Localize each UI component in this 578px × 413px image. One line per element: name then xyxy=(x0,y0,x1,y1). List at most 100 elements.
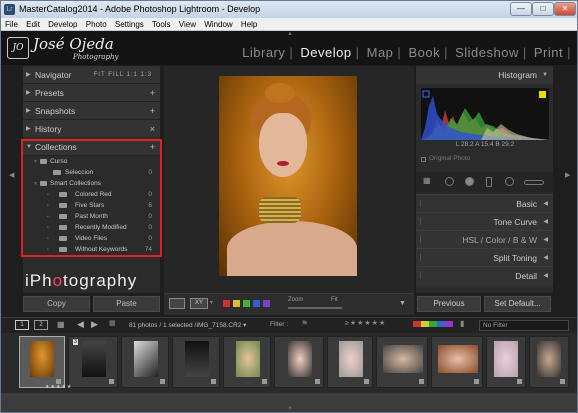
menu-settings[interactable]: Settings xyxy=(115,20,144,29)
menu-edit[interactable]: Edit xyxy=(26,20,40,29)
menu-view[interactable]: View xyxy=(179,20,196,29)
presets-header[interactable]: ▶ Presets + xyxy=(23,84,160,102)
collection-colored-red[interactable]: • Colored Red 0 xyxy=(23,189,158,200)
menu-tools[interactable]: Tools xyxy=(152,20,171,29)
module-develop[interactable]: Develop xyxy=(300,45,351,60)
collection-set-curso[interactable]: ▼ Curso xyxy=(23,156,158,167)
checkbox-icon[interactable] xyxy=(421,157,426,162)
collection-five-stars[interactable]: • Five Stars 6 xyxy=(23,200,158,211)
flag-filter-icon[interactable]: ⚑ xyxy=(301,319,308,328)
minimize-button[interactable]: — xyxy=(510,2,532,16)
previous-button[interactable]: Previous xyxy=(417,296,481,312)
grid-view-icon[interactable]: ▦ xyxy=(57,320,65,329)
add-preset-icon[interactable]: + xyxy=(150,84,155,102)
color-swatch-purple[interactable] xyxy=(263,300,270,307)
crop-icon[interactable]: ▦ xyxy=(423,176,431,185)
zoom-slider[interactable] xyxy=(288,307,342,309)
top-panel-toggle-icon[interactable]: ▲ xyxy=(287,31,293,37)
spot-removal-icon[interactable] xyxy=(445,177,454,186)
filmstrip-thumb[interactable] xyxy=(486,336,526,388)
filmstrip-thumb[interactable] xyxy=(172,336,220,388)
add-snapshot-icon[interactable]: + xyxy=(150,102,155,120)
secondary-display-button[interactable]: 2 xyxy=(34,320,48,330)
menu-window[interactable]: Window xyxy=(204,20,232,29)
filmstrip-info[interactable]: 81 photos / 1 selected /IMG_7158.CR2 ▾ xyxy=(129,321,246,329)
bottom-panel-toggle-icon[interactable]: ▼ xyxy=(287,406,293,412)
filmstrip-thumb[interactable]: 3 xyxy=(68,336,118,388)
dropdown-arrow-icon[interactable]: ▾ xyxy=(210,299,213,306)
brand-text-1: iPh xyxy=(25,271,53,290)
loupe-view-icon[interactable] xyxy=(169,298,185,309)
filmstrip-thumb[interactable] xyxy=(327,336,373,388)
before-after-button[interactable]: XY xyxy=(190,298,208,309)
back-arrow-icon[interactable]: ◀ xyxy=(77,319,84,330)
module-library[interactable]: Library xyxy=(242,45,285,60)
module-print[interactable]: Print xyxy=(534,45,563,60)
original-photo-toggle[interactable]: Original Photo xyxy=(421,155,549,165)
collection-video-files[interactable]: • Video Files 0 xyxy=(23,233,158,244)
filmstrip-thumb[interactable] xyxy=(376,336,428,388)
rating-filter-stars[interactable]: ≥★★★★★ xyxy=(345,319,386,327)
tone-curve-header[interactable]: │ Tone Curve ◀ xyxy=(416,212,553,230)
filter-dropdown[interactable]: No Filter xyxy=(479,320,569,331)
color-swatch-yellow[interactable] xyxy=(233,300,240,307)
menu-develop[interactable]: Develop xyxy=(48,20,77,29)
detail-header[interactable]: │ Detail ◀ xyxy=(416,266,553,286)
color-swatch-blue[interactable] xyxy=(253,300,260,307)
smart-collection-icon xyxy=(59,214,67,219)
filmstrip-thumb[interactable] xyxy=(529,336,569,388)
menu-file[interactable]: File xyxy=(5,20,18,29)
copy-button[interactable]: Copy xyxy=(23,296,90,312)
collection-seleccion[interactable]: Seleccion 0 xyxy=(23,167,158,178)
history-header[interactable]: ▶ History × xyxy=(23,120,160,138)
left-panel-toggle-icon[interactable]: ◀ xyxy=(9,171,14,179)
filmstrip-thumb[interactable] xyxy=(19,336,65,388)
navigator-zoom-options[interactable]: FIT FILL 1:1 1:3 xyxy=(94,66,152,84)
filmstrip-thumb[interactable] xyxy=(223,336,271,388)
radial-filter-icon[interactable] xyxy=(505,177,514,186)
set-default-button[interactable]: Set Default... xyxy=(484,296,551,312)
primary-display-button[interactable]: 1 xyxy=(15,320,29,330)
histogram-header[interactable]: Histogram ▼ xyxy=(416,66,553,84)
module-map[interactable]: Map xyxy=(367,45,394,60)
forward-arrow-icon[interactable]: ▶ xyxy=(91,319,98,330)
basic-header[interactable]: │ Basic ◀ xyxy=(416,194,553,212)
menu-help[interactable]: Help xyxy=(241,20,257,29)
collection-past-month[interactable]: • Past Month 0 xyxy=(23,211,158,222)
smart-collection-icon xyxy=(59,236,67,241)
filmstrip-thumb[interactable] xyxy=(431,336,483,388)
maximize-button[interactable]: □ xyxy=(532,2,554,16)
photo-choker xyxy=(259,197,301,223)
menu-photo[interactable]: Photo xyxy=(86,20,107,29)
close-button[interactable]: ✕ xyxy=(554,2,576,16)
module-book[interactable]: Book xyxy=(408,45,440,60)
thumb-image xyxy=(383,345,423,373)
hsl-color-bw-header[interactable]: │ HSL / Color / B & W ◀ xyxy=(416,230,553,248)
source-dropdown-icon[interactable]: ▦ xyxy=(109,319,116,327)
collapse-triangle-icon: ▶ xyxy=(26,126,31,132)
histogram-graph[interactable] xyxy=(421,88,549,140)
toolbar-menu-icon[interactable]: ▼ xyxy=(399,300,406,307)
collection-set-smart[interactable]: ▼ Smart Collections xyxy=(23,178,158,189)
color-swatch-red[interactable] xyxy=(223,300,230,307)
navigator-header[interactable]: ▶ Navigator FIT FILL 1:1 1:3 xyxy=(23,66,160,84)
row-bullet: • xyxy=(47,247,49,253)
split-toning-header[interactable]: │ Split Toning ◀ xyxy=(416,248,553,266)
brand-text-2: o xyxy=(52,271,64,290)
right-panel-toggle-icon[interactable]: ▶ xyxy=(565,171,570,179)
filmstrip-thumb[interactable] xyxy=(121,336,169,388)
module-slideshow[interactable]: Slideshow xyxy=(455,45,519,60)
color-label-filter[interactable] xyxy=(413,321,453,327)
collection-without-keywords[interactable]: • Without Keywords 74 xyxy=(23,244,158,255)
lock-icon[interactable]: ▮ xyxy=(460,319,464,328)
snapshots-header[interactable]: ▶ Snapshots + xyxy=(23,102,160,120)
filmstrip-thumb[interactable] xyxy=(274,336,324,388)
adjustment-brush-icon[interactable] xyxy=(524,180,544,185)
collection-recently-modified[interactable]: • Recently Modified 0 xyxy=(23,222,158,233)
graduated-filter-icon[interactable] xyxy=(486,177,492,187)
collection-count: 0 xyxy=(148,213,152,220)
red-eye-icon[interactable] xyxy=(465,177,474,186)
clear-history-icon[interactable]: × xyxy=(150,120,155,138)
paste-button[interactable]: Paste xyxy=(93,296,160,312)
color-swatch-green[interactable] xyxy=(243,300,250,307)
